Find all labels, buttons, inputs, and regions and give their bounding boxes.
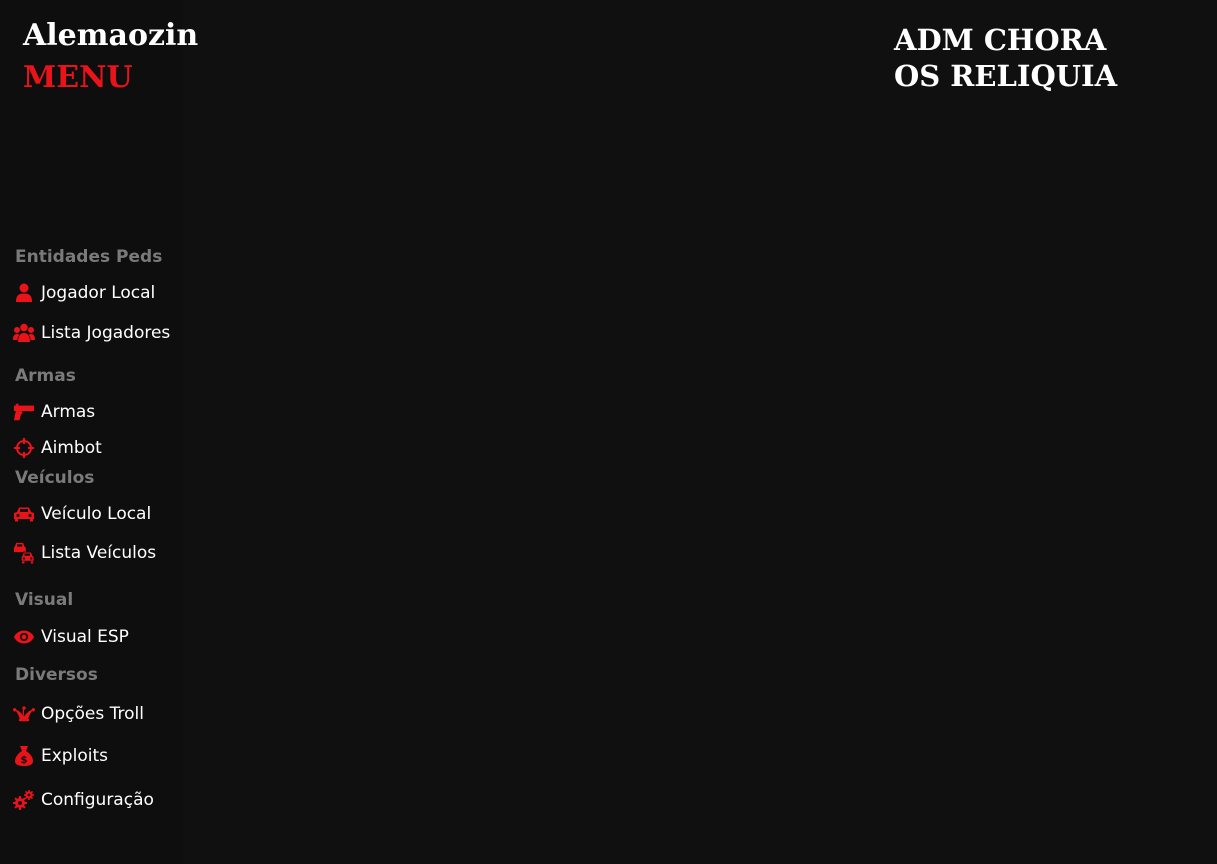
- nav-item-label: Lista Veículos: [41, 543, 157, 563]
- gears-icon: [13, 789, 35, 811]
- nav-item-lista-jogadores[interactable]: Lista Jogadores: [13, 320, 170, 346]
- user-icon: [13, 282, 35, 304]
- car-icon: [13, 503, 35, 525]
- headline-line-2: OS RELIQUIA: [894, 59, 1118, 93]
- money-bag-icon: $: [13, 745, 35, 767]
- svg-text:$: $: [21, 755, 28, 766]
- nav-item-exploits[interactable]: $ Exploits: [13, 743, 108, 769]
- brand-subtitle: MENU: [23, 60, 133, 95]
- nav-item-configuracao[interactable]: Configuração: [13, 787, 154, 813]
- nav-item-label: Opções Troll: [41, 704, 144, 724]
- eye-icon: [13, 626, 35, 648]
- section-title-peds: Entidades Peds: [15, 247, 163, 267]
- section-title-veiculos: Veículos: [15, 468, 95, 488]
- nav-item-label: Exploits: [41, 746, 108, 766]
- nav-item-label: Armas: [41, 402, 96, 422]
- nav-item-opcoes-troll[interactable]: Opções Troll: [13, 701, 144, 727]
- nav-item-armas[interactable]: Armas: [13, 399, 95, 425]
- nav-item-label: Aimbot: [41, 438, 102, 458]
- nav-item-label: Visual ESP: [41, 627, 129, 647]
- sidebar: [0, 0, 182, 864]
- gun-icon: [13, 401, 35, 423]
- jester-hat-icon: [13, 703, 35, 725]
- nav-item-visual-esp[interactable]: Visual ESP: [13, 624, 129, 650]
- nav-item-veiculo-local[interactable]: Veículo Local: [13, 501, 151, 527]
- section-title-armas: Armas: [15, 366, 76, 386]
- nav-item-aimbot[interactable]: Aimbot: [13, 435, 102, 461]
- nav-item-jogador-local[interactable]: Jogador Local: [13, 280, 155, 306]
- cars-icon: [13, 542, 35, 564]
- nav-item-lista-veiculos[interactable]: Lista Veículos: [13, 540, 156, 566]
- users-icon: [13, 322, 35, 344]
- headline: ADM CHORA OS RELIQUIA: [894, 22, 1194, 94]
- nav-item-label: Configuração: [41, 790, 154, 810]
- nav-item-label: Jogador Local: [41, 283, 156, 303]
- headline-line-1: ADM CHORA: [894, 23, 1107, 57]
- brand-name: Alemaozin: [23, 18, 199, 53]
- nav-item-label: Veículo Local: [41, 504, 152, 524]
- crosshair-icon: [13, 437, 35, 459]
- section-title-visual: Visual: [15, 590, 74, 610]
- section-title-diversos: Diversos: [15, 665, 98, 685]
- nav-item-label: Lista Jogadores: [41, 323, 171, 343]
